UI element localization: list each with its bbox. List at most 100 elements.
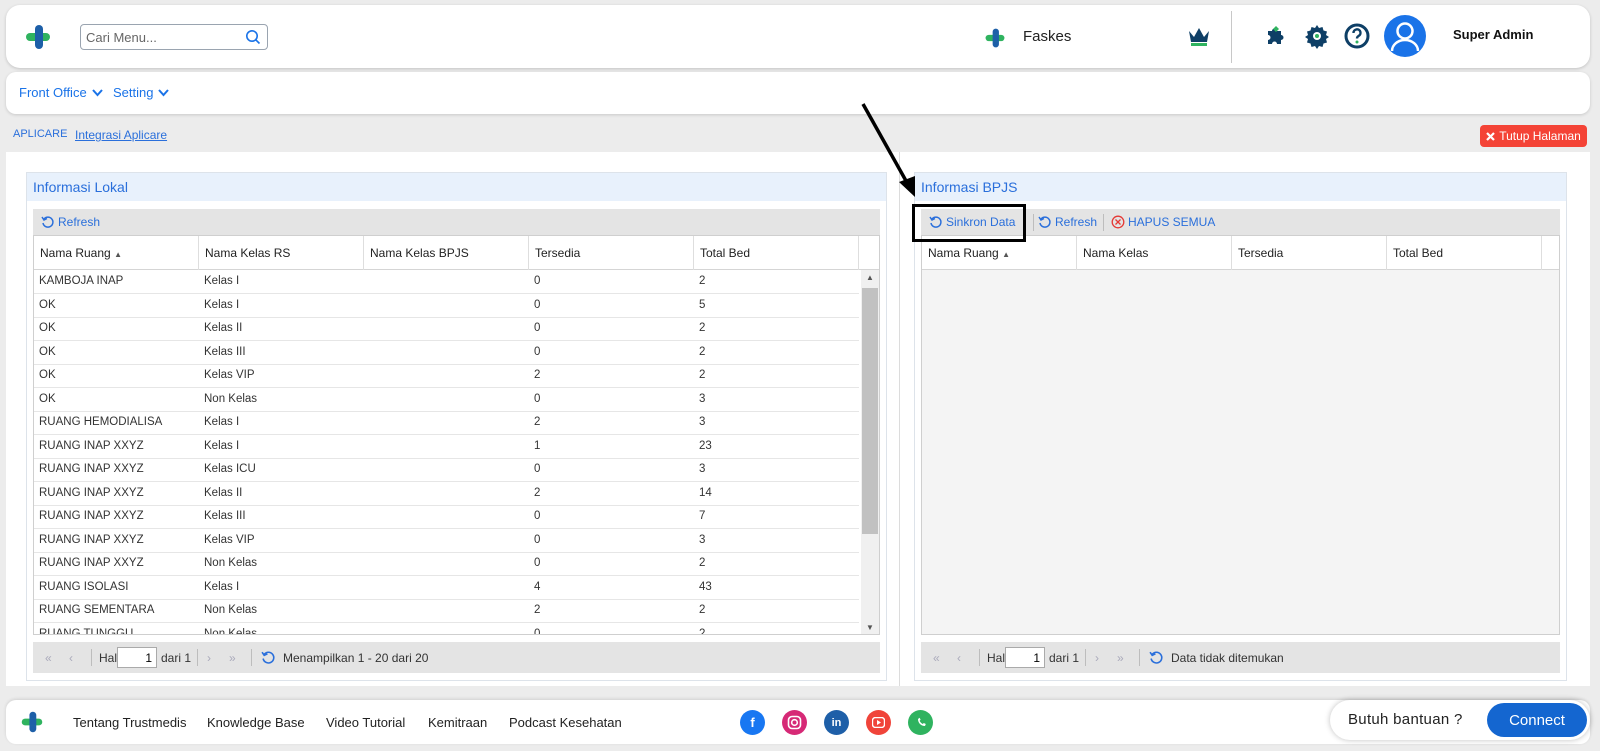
first-page-button[interactable]: « bbox=[933, 651, 940, 665]
whatsapp-icon[interactable] bbox=[908, 710, 933, 735]
page-label: Hal bbox=[99, 651, 118, 665]
footer-link-knowledge-base[interactable]: Knowledge Base bbox=[207, 715, 305, 730]
table-cell: Non Kelas bbox=[204, 392, 258, 405]
youtube-icon[interactable] bbox=[866, 710, 891, 735]
footer-link-podcast[interactable]: Podcast Kesehatan bbox=[509, 715, 622, 730]
prev-page-button[interactable]: ‹ bbox=[957, 651, 961, 665]
connect-button[interactable]: Connect bbox=[1487, 703, 1587, 737]
local-data-grid: Nama Ruang ▲ Nama Kelas RS Nama Kelas BP… bbox=[33, 235, 880, 635]
table-cell: Kelas I bbox=[204, 275, 240, 287]
refresh-icon bbox=[41, 216, 54, 228]
pager-divider bbox=[197, 649, 198, 666]
table-cell: Kelas II bbox=[204, 322, 243, 334]
first-page-button[interactable]: « bbox=[45, 651, 52, 665]
footer-link-video-tutorial[interactable]: Video Tutorial bbox=[326, 715, 405, 730]
table-row[interactable]: RUANG INAP XXYZ Kelas II 2 14 bbox=[34, 482, 859, 506]
scroll-thumb[interactable] bbox=[862, 288, 878, 534]
table-cell: 0 bbox=[534, 345, 541, 358]
linkedin-icon[interactable]: in bbox=[824, 710, 849, 735]
local-refresh-button[interactable]: Refresh bbox=[41, 215, 100, 229]
col-header-nama-kelas-rs[interactable]: Nama Kelas RS bbox=[199, 236, 364, 270]
close-page-label: Tutup Halaman bbox=[1499, 129, 1581, 143]
footer-link-partnership[interactable]: Kemitraan bbox=[428, 715, 487, 730]
table-row[interactable]: RUANG INAP XXYZ Kelas III 0 7 bbox=[34, 505, 859, 529]
last-page-button[interactable]: » bbox=[229, 651, 236, 665]
nav-front-office[interactable]: Front Office bbox=[19, 85, 103, 100]
local-refresh-label: Refresh bbox=[58, 215, 101, 229]
table-cell: 2 bbox=[699, 627, 706, 635]
table-cell bbox=[364, 458, 529, 482]
local-vertical-scrollbar[interactable]: ▲ ▼ bbox=[861, 270, 879, 634]
table-row[interactable]: OK Kelas II 0 2 bbox=[34, 317, 859, 341]
col-header-total-bed[interactable]: Total Bed bbox=[1387, 236, 1542, 270]
instagram-icon[interactable] bbox=[782, 710, 807, 735]
col-header-nama-ruang[interactable]: Nama Ruang ▲ bbox=[34, 236, 199, 270]
table-row[interactable]: RUANG INAP XXYZ Kelas VIP 0 3 bbox=[34, 529, 859, 553]
page-number-input[interactable] bbox=[1005, 647, 1045, 668]
gear-icon[interactable] bbox=[1304, 23, 1330, 49]
table-row[interactable]: RUANG ISOLASI Kelas I 4 43 bbox=[34, 576, 859, 600]
page-number-input[interactable] bbox=[117, 647, 157, 668]
col-header-nama-kelas[interactable]: Nama Kelas bbox=[1077, 236, 1232, 270]
nav-setting[interactable]: Setting bbox=[113, 85, 170, 100]
next-page-button[interactable]: › bbox=[1095, 651, 1099, 665]
page-total-label: dari 1 bbox=[1049, 651, 1080, 665]
scroll-up-arrow[interactable]: ▲ bbox=[861, 270, 879, 286]
table-row[interactable]: OK Non Kelas 0 3 bbox=[34, 388, 859, 412]
pager-status: Menampilkan 1 - 20 dari 20 bbox=[283, 651, 429, 665]
table-row[interactable]: RUANG SEMENTARA Non Kelas 2 2 bbox=[34, 599, 859, 623]
avatar[interactable] bbox=[1384, 15, 1426, 57]
puzzle-icon[interactable] bbox=[1264, 23, 1288, 47]
table-cell: Kelas II bbox=[204, 486, 243, 499]
last-page-button[interactable]: » bbox=[1117, 651, 1124, 665]
close-page-button[interactable]: Tutup Halaman bbox=[1480, 125, 1587, 147]
table-cell: 0 bbox=[534, 627, 541, 635]
help-text: Butuh bantuan ? bbox=[1348, 711, 1463, 728]
user-name[interactable]: Super Admin bbox=[1453, 27, 1533, 42]
bpjs-refresh-button[interactable]: Refresh bbox=[1038, 215, 1097, 229]
table-row[interactable]: OK Kelas I 0 5 bbox=[34, 294, 859, 318]
col-header-total-bed[interactable]: Total Bed bbox=[694, 236, 859, 270]
footer-logo-icon[interactable] bbox=[20, 710, 44, 734]
table-row[interactable]: RUANG INAP XXYZ Kelas I 1 23 bbox=[34, 435, 859, 459]
table-cell: 0 bbox=[534, 298, 541, 311]
search-icon[interactable] bbox=[245, 29, 261, 45]
table-cell: OK bbox=[39, 392, 56, 405]
table-cell: RUANG INAP XXYZ bbox=[39, 557, 144, 569]
table-cell: 3 bbox=[699, 416, 706, 428]
help-icon[interactable] bbox=[1344, 23, 1370, 49]
breadcrumb-current[interactable]: Integrasi Aplicare bbox=[75, 128, 167, 142]
table-cell: RUANG TUNGGU bbox=[39, 627, 134, 635]
app-logo-icon[interactable] bbox=[24, 23, 52, 51]
col-header-tersedia[interactable]: Tersedia bbox=[1232, 236, 1387, 270]
table-cell: 0 bbox=[534, 275, 541, 287]
toolbar-divider bbox=[1103, 214, 1104, 231]
table-row[interactable]: RUANG INAP XXYZ Non Kelas 0 2 bbox=[34, 552, 859, 576]
facility-label[interactable]: Faskes bbox=[1023, 28, 1071, 45]
col-header-nama-kelas-bpjs[interactable]: Nama Kelas BPJS bbox=[364, 236, 529, 270]
facebook-icon[interactable]: f bbox=[740, 710, 765, 735]
search-box[interactable] bbox=[80, 24, 268, 50]
table-row[interactable]: OK Kelas III 0 2 bbox=[34, 341, 859, 365]
next-page-button[interactable]: › bbox=[207, 651, 211, 665]
refresh-icon[interactable] bbox=[1149, 650, 1164, 665]
prev-page-button[interactable]: ‹ bbox=[69, 651, 73, 665]
table-row[interactable]: OK Kelas VIP 2 2 bbox=[34, 364, 859, 388]
crown-icon[interactable] bbox=[1187, 25, 1211, 47]
annotation-arrow-icon bbox=[861, 103, 915, 197]
search-input[interactable] bbox=[81, 25, 236, 49]
table-cell: Kelas I bbox=[204, 580, 240, 593]
table-cell: RUANG INAP XXYZ bbox=[39, 486, 144, 499]
delete-all-button[interactable]: HAPUS SEMUA bbox=[1111, 215, 1215, 229]
footer-link-about[interactable]: Tentang Trustmedis bbox=[73, 715, 186, 730]
refresh-icon[interactable] bbox=[261, 650, 276, 665]
scroll-down-arrow[interactable]: ▼ bbox=[861, 620, 879, 634]
close-icon bbox=[1486, 131, 1495, 141]
col-header-tersedia[interactable]: Tersedia bbox=[529, 236, 694, 270]
breadcrumb-parent[interactable]: APLICARE bbox=[13, 128, 67, 140]
table-row[interactable]: KAMBOJA INAP Kelas I 0 2 bbox=[34, 270, 859, 294]
table-row[interactable]: RUANG HEMODIALISA Kelas I 2 3 bbox=[34, 411, 859, 435]
table-row[interactable]: RUANG INAP XXYZ Kelas ICU 0 3 bbox=[34, 458, 859, 482]
table-cell: Non Kelas bbox=[204, 557, 258, 569]
table-row[interactable]: RUANG TUNGGU Non Kelas 0 2 bbox=[34, 623, 859, 635]
